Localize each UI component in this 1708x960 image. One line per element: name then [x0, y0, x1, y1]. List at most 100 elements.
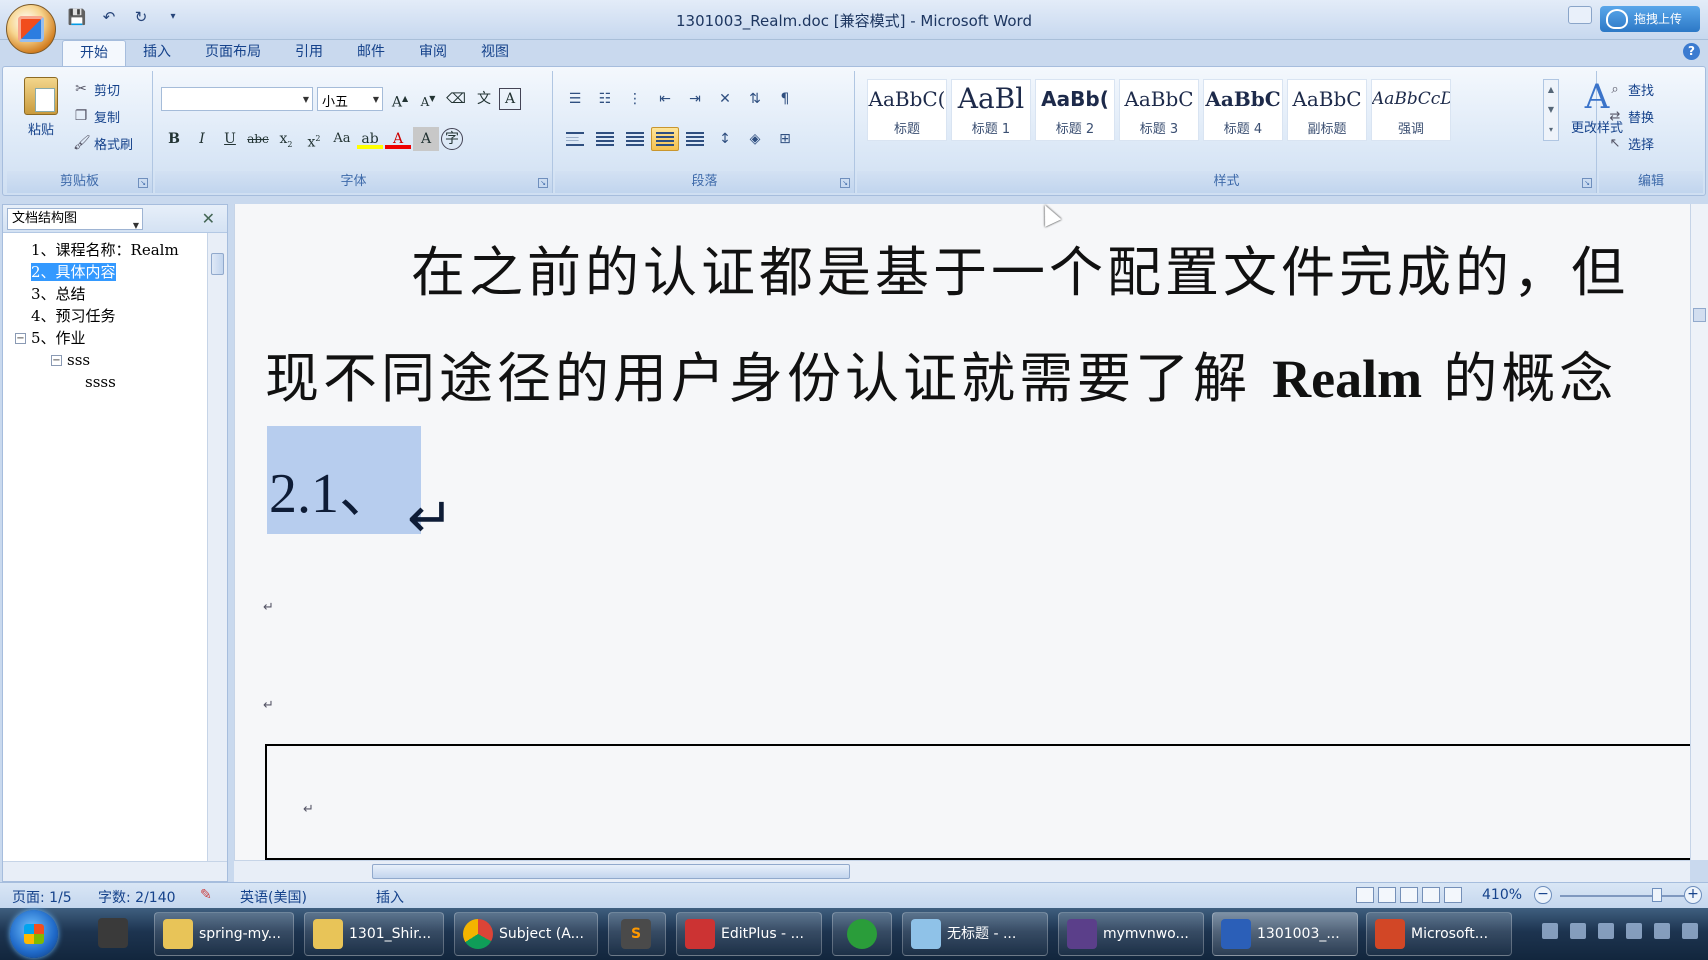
zoom-level[interactable]: 410%	[1482, 887, 1522, 903]
taskbar-item[interactable]: Subject (A...	[454, 912, 598, 956]
document-map-vertical-scrollbar[interactable]	[207, 233, 227, 861]
page-indicator[interactable]: 页面: 1/5	[12, 887, 72, 907]
paste-button[interactable]: 粘贴	[21, 77, 61, 138]
office-button[interactable]	[6, 4, 56, 54]
numbering-icon[interactable]: ☷	[591, 87, 619, 111]
document-vertical-scrollbar[interactable]	[1690, 204, 1708, 860]
clear-formatting-icon[interactable]: ⌫	[443, 87, 469, 111]
shrink-font-icon[interactable]: A▼	[415, 87, 441, 111]
document-page[interactable]: 在之前的认证都是基于一个配置文件完成的，但 现不同途径的用户身份认证就需要了解 …	[234, 204, 1690, 860]
full-screen-reading-icon[interactable]	[1378, 887, 1396, 903]
selected-heading[interactable]: 2.1、 ↵	[267, 426, 454, 550]
scrollbar-thumb[interactable]	[372, 864, 850, 879]
insert-mode-indicator[interactable]: 插入	[376, 887, 404, 907]
shading-icon[interactable]: ◈	[741, 127, 769, 151]
font-size-combobox[interactable]: 小五 ▼	[317, 87, 383, 111]
volume-icon[interactable]	[1682, 923, 1698, 939]
styles-launcher-icon[interactable]: ↘	[1582, 178, 1592, 188]
sort-icon[interactable]: ⇅	[741, 87, 769, 111]
find-button[interactable]: ⌕ 查找	[1607, 79, 1654, 99]
taskbar-item[interactable]: 无标题 - ...	[902, 912, 1048, 956]
style-heading-3[interactable]: AaBbC 标题 3	[1119, 79, 1199, 141]
outline-view-icon[interactable]	[1422, 887, 1440, 903]
tab-page-layout[interactable]: 页面布局	[188, 40, 278, 66]
character-border-icon[interactable]: A	[499, 88, 521, 110]
borders-icon[interactable]: ⊞	[771, 127, 799, 151]
distributed-icon[interactable]	[681, 127, 709, 151]
justify-icon[interactable]	[651, 127, 679, 151]
taskbar-item[interactable]	[832, 912, 892, 956]
underline-button[interactable]: U	[217, 127, 243, 151]
keyboard-icon[interactable]	[1542, 923, 1558, 939]
print-layout-icon[interactable]	[1356, 887, 1374, 903]
tab-insert[interactable]: 插入	[126, 40, 188, 66]
strikethrough-button[interactable]: abc	[245, 127, 271, 151]
show-marks-icon[interactable]: ¶	[771, 87, 799, 111]
character-shading-icon[interactable]: A	[413, 127, 439, 151]
zoom-out-button[interactable]: −	[1534, 886, 1552, 904]
align-center-icon[interactable]	[591, 127, 619, 151]
copy-button[interactable]: ❐ 复制	[73, 106, 133, 126]
style-heading-4[interactable]: AaBbC 标题 4	[1203, 79, 1283, 141]
cut-button[interactable]: ✂ 剪切	[73, 79, 133, 99]
change-case-button[interactable]: Aa	[329, 127, 355, 151]
style-heading-2[interactable]: AaBb(标题 2	[1035, 79, 1115, 141]
taskbar-item[interactable]: mymvnwo...	[1058, 912, 1204, 956]
tree-item[interactable]: − sss	[3, 349, 203, 371]
tree-item[interactable]: 1、课程名称：Realm	[3, 239, 203, 261]
tree-item[interactable]: 3、总结	[3, 283, 203, 305]
collapse-icon[interactable]: −	[51, 355, 62, 366]
style-heading-1[interactable]: AaBl 标题 1	[951, 79, 1031, 141]
tree-item[interactable]: 4、预习任务	[3, 305, 203, 327]
style-emphasis[interactable]: AaBbCcD 强调	[1371, 79, 1451, 141]
document-paragraph[interactable]: 在之前的认证都是基于一个配置文件完成的，但	[411, 228, 1629, 307]
start-button[interactable]	[10, 910, 58, 958]
grow-font-icon[interactable]: A▲	[387, 87, 413, 111]
web-layout-icon[interactable]	[1400, 887, 1418, 903]
replace-button[interactable]: ⇄ 替换	[1607, 106, 1654, 126]
document-horizontal-scrollbar[interactable]	[234, 860, 1690, 882]
font-color-icon[interactable]: A	[385, 127, 411, 149]
draft-view-icon[interactable]	[1444, 887, 1462, 903]
highlight-icon[interactable]: ab	[357, 127, 383, 149]
close-icon[interactable]: ✕	[202, 209, 215, 228]
taskbar-item[interactable]: spring-my...	[154, 912, 294, 956]
collapse-icon[interactable]: −	[15, 333, 26, 344]
language-bar-icon[interactable]	[1570, 923, 1586, 939]
network-icon[interactable]	[1654, 923, 1670, 939]
taskbar-item[interactable]: EditPlus - ...	[676, 912, 822, 956]
multilevel-list-icon[interactable]: ⋮	[621, 87, 649, 111]
align-left-icon[interactable]	[561, 127, 589, 151]
show-hidden-icons-icon[interactable]	[1598, 923, 1614, 939]
bullets-icon[interactable]: ☰	[561, 87, 589, 111]
tab-home[interactable]: 开始	[62, 40, 126, 66]
text-box[interactable]: ↵	[265, 744, 1690, 860]
word-count[interactable]: 字数: 2/140	[98, 887, 176, 907]
document-map-horizontal-scrollbar[interactable]	[3, 861, 227, 881]
align-right-icon[interactable]	[621, 127, 649, 151]
taskbar-item[interactable]: S	[608, 912, 666, 956]
flag-icon[interactable]	[1626, 923, 1642, 939]
tab-references[interactable]: 引用	[278, 40, 340, 66]
zoom-slider[interactable]	[1560, 895, 1684, 897]
taskbar-item[interactable]: Microsoft...	[1366, 912, 1512, 956]
styles-scroll-buttons[interactable]: ▲ ▼ ▾	[1543, 79, 1559, 141]
phonetic-guide-icon[interactable]: 文	[471, 87, 497, 111]
decrease-indent-icon[interactable]: ⇤	[651, 87, 679, 111]
document-paragraph[interactable]: 现不同途径的用户身份认证就需要了解 Realm 的概念	[265, 334, 1617, 413]
tab-mailings[interactable]: 邮件	[340, 40, 402, 66]
proofing-icon[interactable]: ✎	[200, 887, 212, 903]
bold-button[interactable]: B	[161, 127, 187, 151]
scrollbar-thumb[interactable]	[211, 253, 224, 275]
tree-item-selected[interactable]: 2、具体内容	[3, 261, 203, 283]
font-name-combobox[interactable]: ▼	[161, 87, 313, 111]
enclose-characters-icon[interactable]: 字	[441, 128, 463, 150]
clipboard-launcher-icon[interactable]: ↘	[138, 178, 148, 188]
help-icon[interactable]: ?	[1683, 43, 1700, 60]
minimize-button[interactable]	[1568, 6, 1592, 24]
superscript-button[interactable]: x2	[301, 127, 327, 151]
style-title[interactable]: AaBbC(标题	[867, 79, 947, 141]
line-spacing-icon[interactable]: ↕	[711, 127, 739, 151]
select-button[interactable]: ↖ 选择	[1607, 133, 1654, 153]
taskbar-item-active[interactable]: 1301003_...	[1212, 912, 1358, 956]
